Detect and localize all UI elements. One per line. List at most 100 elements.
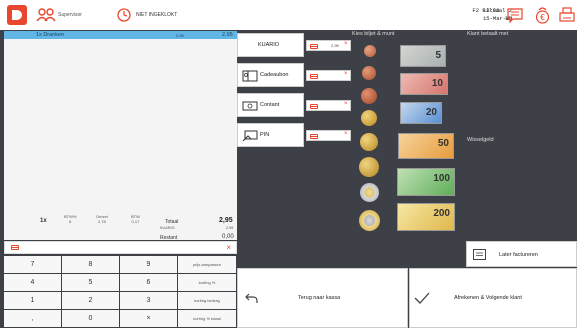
vat-rate: BTW% 6: [64, 214, 76, 224]
coin-1-euro[interactable]: [360, 183, 379, 202]
key-9[interactable]: 9: [120, 256, 177, 273]
vat-amount: BTW 0,17: [131, 214, 140, 224]
coin-2c[interactable]: [362, 66, 376, 80]
vat-amount-value: 0,17: [131, 219, 140, 224]
key-8[interactable]: 8: [62, 256, 119, 273]
key-3[interactable]: 3: [120, 292, 177, 309]
cash-drawer-icon[interactable]: €: [535, 6, 550, 24]
order-line-total: 2,95: [222, 32, 233, 38]
coin-2-euro[interactable]: [359, 210, 380, 231]
user-group-icon[interactable]: [36, 8, 56, 22]
key-comma[interactable]: ,: [4, 310, 61, 327]
note-5-label: 5: [435, 50, 441, 61]
card-icon: [310, 134, 318, 139]
invoice-icon: [473, 249, 486, 260]
invoice-later-button[interactable]: Later factureren: [466, 241, 577, 267]
key-discount-total[interactable]: korting % totaal: [178, 310, 236, 327]
pay-amount-cash[interactable]: ×: [306, 100, 351, 111]
key-6[interactable]: 6: [120, 274, 177, 291]
note-10-label: 10: [431, 78, 443, 89]
pay-method-label: PIN: [260, 132, 270, 138]
user-label[interactable]: Supervisor: [58, 12, 82, 18]
message-icon[interactable]: [507, 8, 523, 23]
key-discount-amount[interactable]: korting bedrag: [178, 292, 236, 309]
note-50-label: 50: [437, 138, 449, 149]
key-1[interactable]: 1: [4, 292, 61, 309]
key-price-adjust[interactable]: prijs aanpassen: [178, 256, 236, 273]
payment-sub-value: 2,95: [226, 226, 234, 230]
coin-50c[interactable]: [359, 157, 379, 177]
coin-1c[interactable]: [364, 45, 376, 57]
key-7[interactable]: 7: [4, 256, 61, 273]
key-discount-percent[interactable]: korting %: [178, 274, 236, 291]
pay-method-cash[interactable]: Contant: [237, 93, 304, 117]
clear-icon[interactable]: ×: [344, 71, 348, 77]
card-icon: [310, 44, 318, 49]
key-5[interactable]: 5: [62, 274, 119, 291]
total-value: 2,95: [219, 217, 233, 224]
pay-amount-value: 2,95: [331, 43, 339, 48]
order-line-price: 2,95: [176, 32, 184, 38]
pay-method-label: Contant: [260, 102, 280, 108]
svg-text:€: €: [540, 13, 545, 22]
note-200[interactable]: 200: [397, 203, 455, 231]
note-200-label: 200: [433, 208, 450, 219]
coin-5c[interactable]: [361, 88, 377, 104]
key-2[interactable]: 2: [62, 292, 119, 309]
key-0[interactable]: 0: [62, 310, 119, 327]
note-100[interactable]: 100: [397, 168, 455, 196]
pay-amount-kuario[interactable]: 2,95 ×: [306, 40, 351, 51]
pay-method-giftcard[interactable]: Cadeaubon: [237, 63, 304, 87]
clear-icon[interactable]: ×: [226, 243, 231, 252]
gift-card-icon: [242, 70, 258, 82]
customer-pays-title: Klant betaalt met: [467, 31, 509, 37]
clock-status[interactable]: NIET INGEKLOKT: [136, 12, 177, 18]
cash-icon: [242, 101, 258, 111]
note-50[interactable]: 50: [398, 133, 454, 159]
clear-icon[interactable]: ×: [344, 41, 348, 47]
note-10[interactable]: 10: [400, 73, 448, 95]
card-icon: [11, 245, 19, 250]
clock-icon[interactable]: [117, 8, 131, 22]
top-bar: Supervisor NIET INGEKLOKT F2 Filiaal 2 R…: [0, 0, 577, 30]
coin-20c[interactable]: [360, 133, 378, 151]
pay-method-label: Cadeaubon: [260, 72, 289, 78]
turnover: Omzet 2,78: [96, 214, 108, 224]
note-5[interactable]: 5: [400, 45, 446, 67]
key-4[interactable]: 4: [4, 274, 61, 291]
pay-method-label: KUARIO: [258, 42, 280, 48]
amount-input[interactable]: ×: [4, 241, 237, 254]
order-line-name: 1x Dranken: [36, 32, 65, 38]
total-label: Totaal: [165, 219, 179, 225]
card-icon: [310, 104, 318, 109]
change-title: Wisselgeld: [467, 137, 494, 143]
clear-icon[interactable]: ×: [344, 101, 348, 107]
note-20-label: 20: [425, 107, 437, 118]
remaining-value: 0,00: [222, 234, 234, 240]
keypad: 7 8 9 prijs aanpassen 4 5 6 korting % 1 …: [4, 256, 237, 328]
summary-qty: 1x: [40, 218, 47, 224]
checkmark-icon: [414, 292, 430, 304]
key-multiply[interactable]: ×: [120, 310, 177, 327]
turnover-value: 2,78: [97, 219, 106, 224]
app-logo: [7, 5, 27, 25]
choose-money-title: Kies biljet & munt: [352, 31, 395, 37]
card-icon: [310, 74, 318, 79]
pay-amount-giftcard[interactable]: ×: [306, 70, 351, 81]
order-line-selected[interactable]: 1x Dranken 2,95 2,95: [4, 31, 237, 39]
payment-sub-label: KUARIO: [160, 226, 175, 230]
printer-icon[interactable]: [559, 7, 575, 23]
vat-rate-value: 6: [69, 219, 72, 224]
note-100-label: 100: [433, 173, 450, 184]
clear-icon[interactable]: ×: [344, 131, 348, 137]
back-to-register-label: Terug naar kassa: [298, 295, 341, 301]
invoice-later-label: Later factureren: [499, 252, 538, 258]
pay-method-pin[interactable]: PIN: [237, 123, 304, 147]
checkout-next-label: Afrekenen & Volgende klant: [454, 295, 522, 301]
coin-10c[interactable]: [361, 110, 377, 126]
pay-method-kuario[interactable]: KUARIO: [237, 33, 304, 57]
back-to-register-button[interactable]: Terug naar kassa: [237, 268, 408, 328]
note-20[interactable]: 20: [400, 102, 442, 124]
checkout-next-button[interactable]: Afrekenen & Volgende klant: [409, 268, 577, 328]
pay-amount-pin[interactable]: ×: [306, 130, 351, 141]
